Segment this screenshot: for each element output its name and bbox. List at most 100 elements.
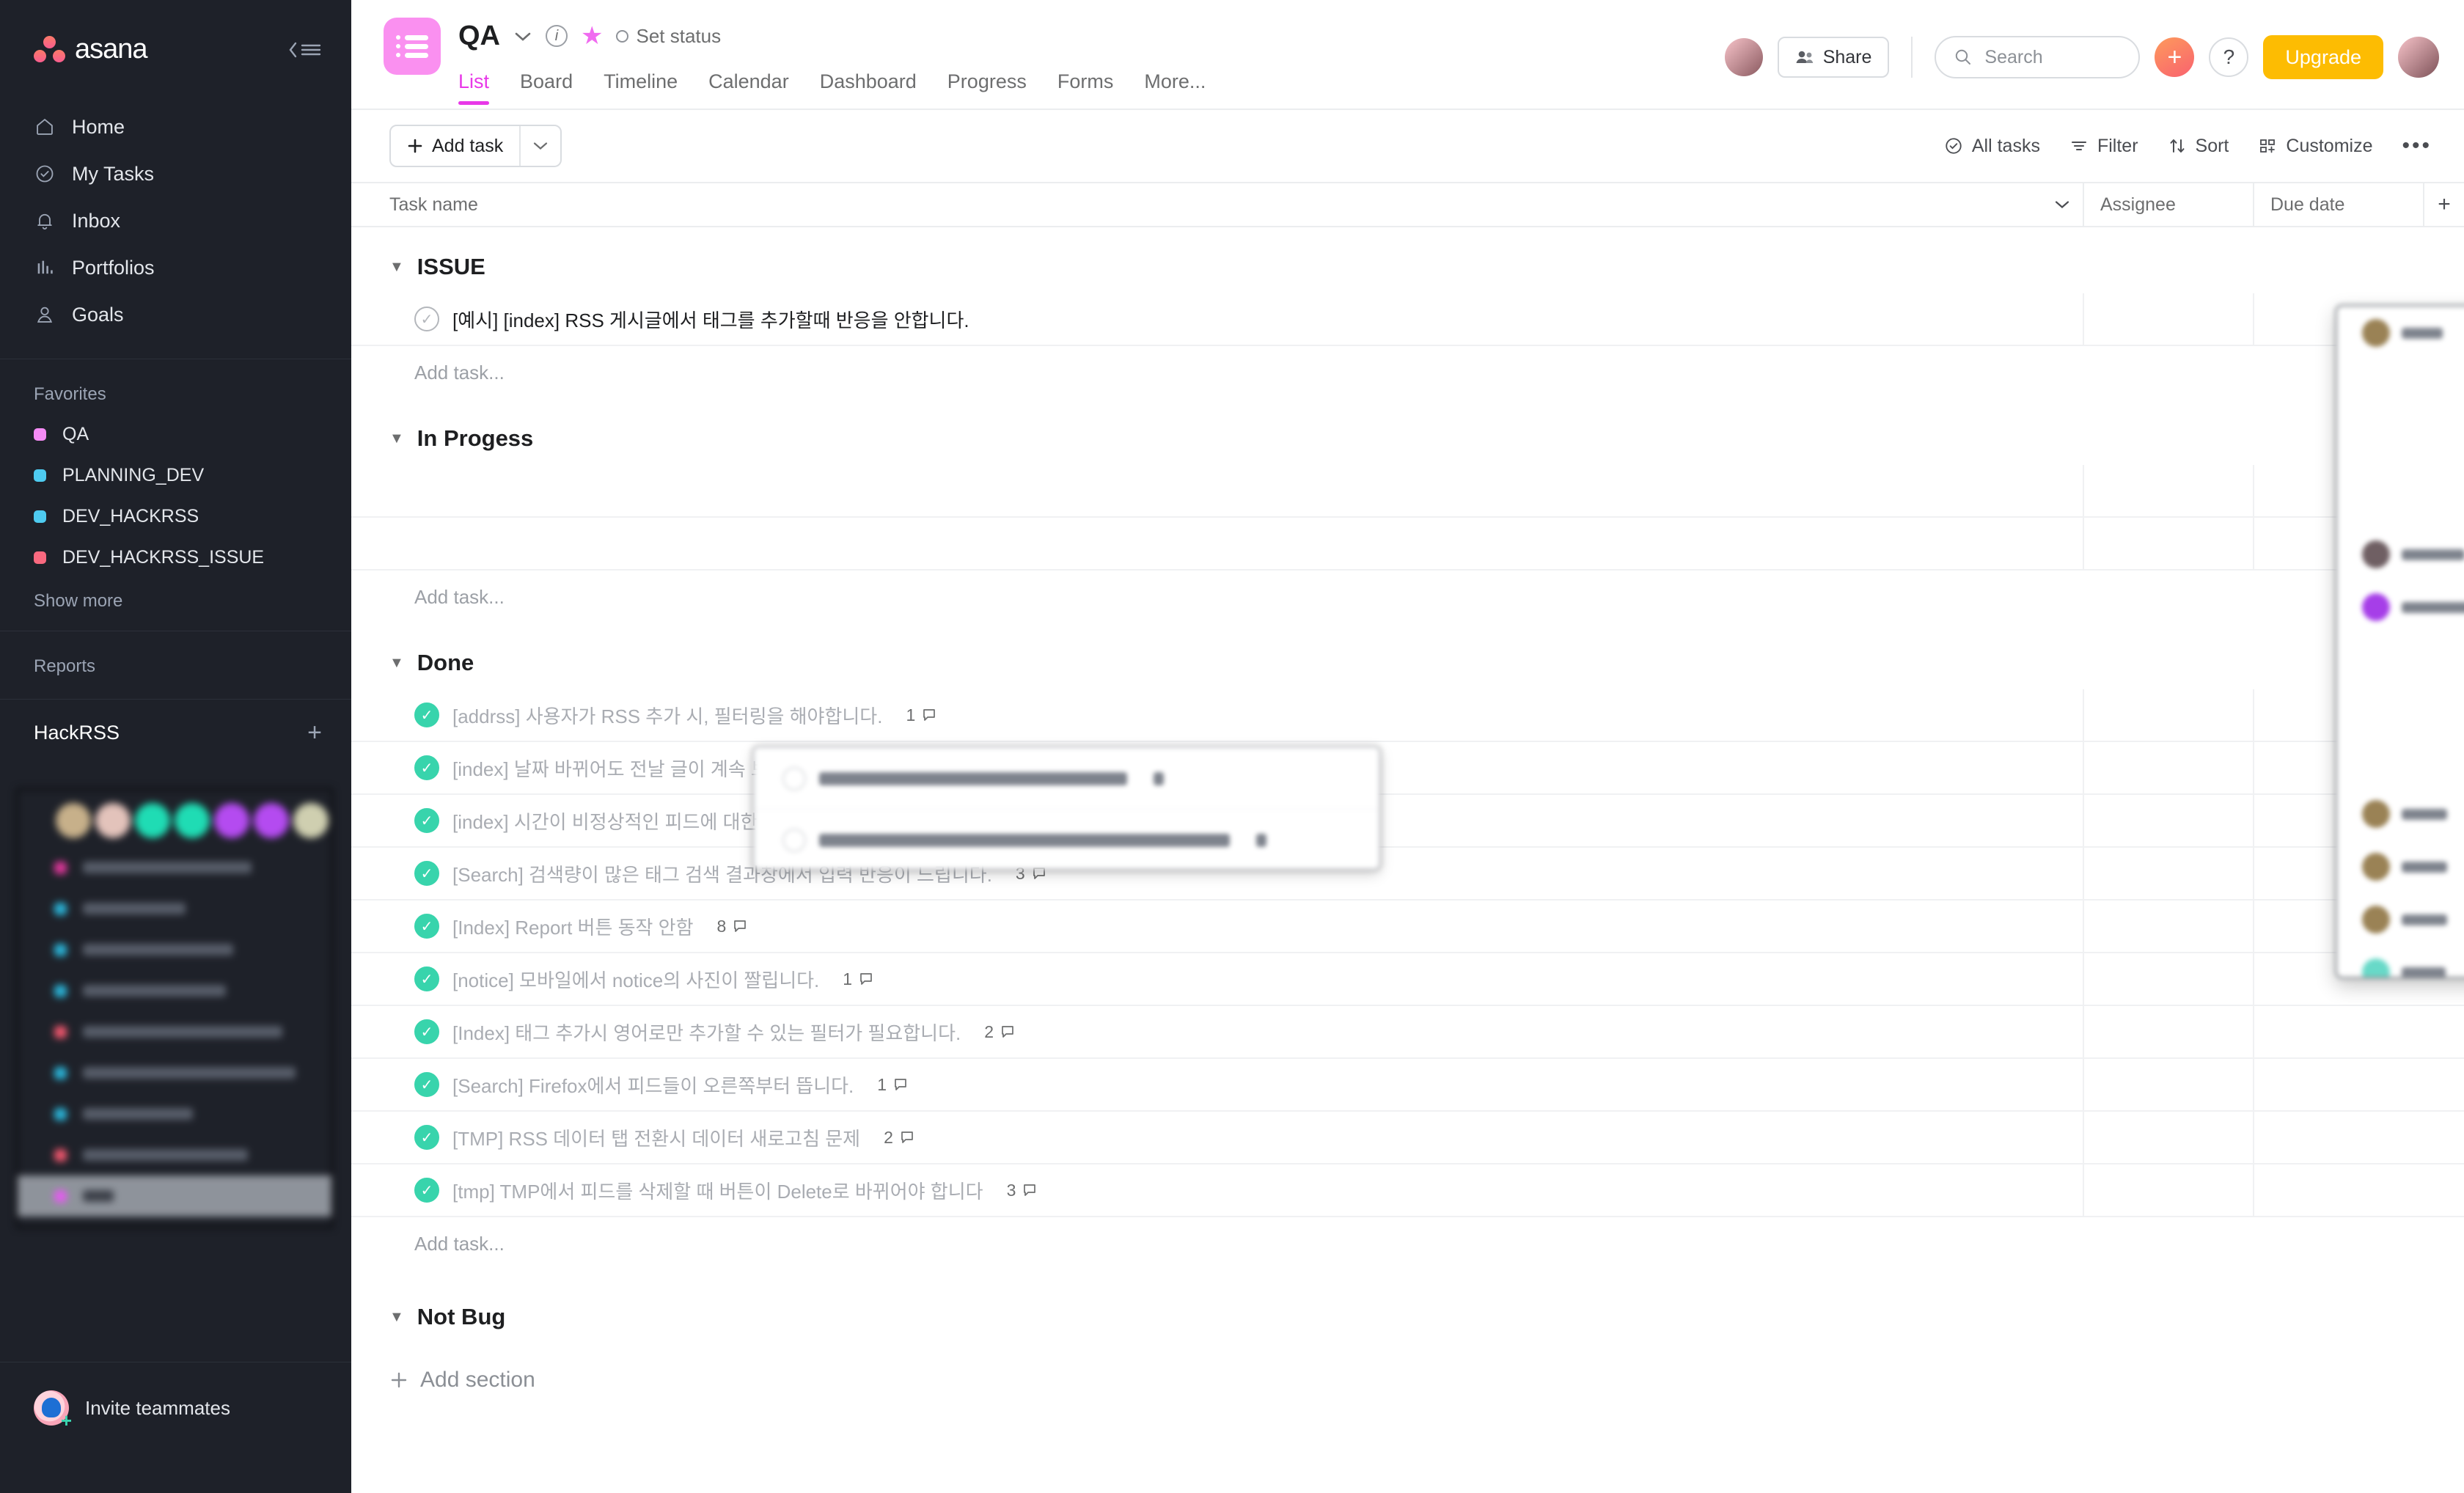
table-row[interactable]: ✓ [TMP] RSS 데이터 탭 전환시 데이터 새로고침 문제 2 xyxy=(351,1112,2464,1164)
sidebar-favorite-planning-dev[interactable]: PLANNING_DEV xyxy=(0,455,351,496)
task-complete-checkbox[interactable]: ✓ xyxy=(414,1125,439,1150)
ellipsis-icon[interactable]: ••• xyxy=(2402,133,2432,158)
tab-forms[interactable]: Forms xyxy=(1057,70,1114,105)
sort-button[interactable]: Sort xyxy=(2168,136,2229,157)
assignee-dropdown[interactable] xyxy=(2335,304,2464,979)
collapse-sidebar-icon[interactable] xyxy=(287,40,322,60)
info-circle-icon[interactable]: i xyxy=(546,25,568,47)
table-row[interactable]: ✓ [Index] 태그 추가시 영어로만 추가할 수 있는 필터가 필요합니다… xyxy=(351,1006,2464,1059)
cell-assignee[interactable] xyxy=(2083,953,2253,1005)
set-status-button[interactable]: Set status xyxy=(616,25,721,48)
list-item[interactable] xyxy=(2337,893,2464,946)
add-column-button[interactable]: + xyxy=(2423,182,2464,227)
sidebar-item-inbox[interactable]: Inbox xyxy=(16,197,335,244)
table-row[interactable]: ✓ [addrss] 사용자가 RSS 추가 시, 필터링을 해야합니다. 1 xyxy=(351,689,2464,742)
section-done[interactable]: ▼ Done xyxy=(351,637,2464,689)
table-row[interactable]: ✓ [notice] 모바일에서 notice의 사진이 짤립니다. 1 xyxy=(351,953,2464,1006)
plus-icon[interactable]: + xyxy=(307,720,322,745)
table-row[interactable]: [notice] 구글크롬 번역 기능 사용시 필터가 문제가 있습니다. xyxy=(351,518,2464,571)
customize-button[interactable]: Customize xyxy=(2258,136,2372,157)
tab-board[interactable]: Board xyxy=(520,70,573,105)
filter-button[interactable]: Filter xyxy=(2069,136,2138,157)
tab-list[interactable]: List xyxy=(458,70,490,105)
add-task-inline-in-progess[interactable]: Add task... xyxy=(351,571,2464,623)
section-not-bug[interactable]: ▼ Not Bug xyxy=(351,1291,2464,1343)
cell-assignee[interactable] xyxy=(2083,1164,2253,1216)
cell-assignee[interactable] xyxy=(2083,1059,2253,1110)
share-button[interactable]: Share xyxy=(1777,37,1890,78)
add-task-dropdown[interactable] xyxy=(521,126,560,166)
upgrade-button[interactable]: Upgrade xyxy=(2263,35,2383,79)
sidebar-favorite-qa[interactable]: QA xyxy=(0,414,351,455)
task-complete-checkbox[interactable]: ✓ xyxy=(414,808,439,833)
cell-due-date[interactable] xyxy=(2253,1164,2423,1216)
team-name[interactable]: HackRSS xyxy=(34,722,120,744)
table-row[interactable]: ✓ [index] 날짜 바뀌어도 전날 글이 계속 보임 1 xyxy=(351,742,2464,795)
chevron-down-icon[interactable]: ▼ xyxy=(389,430,404,447)
profile-avatar[interactable] xyxy=(2398,37,2439,78)
tab-more[interactable]: More... xyxy=(1144,70,1206,105)
sidebar-item-home[interactable]: Home xyxy=(16,103,335,150)
task-complete-checkbox[interactable]: ✓ xyxy=(414,307,439,331)
chevron-down-icon[interactable] xyxy=(513,25,532,48)
star-icon[interactable]: ★ xyxy=(581,21,603,51)
add-task-inline-done[interactable]: Add task... xyxy=(351,1217,2464,1270)
tab-progress[interactable]: Progress xyxy=(947,70,1027,105)
all-tasks-button[interactable]: All tasks xyxy=(1944,136,2040,157)
chevron-down-icon[interactable]: ▼ xyxy=(389,259,404,276)
list-item[interactable] xyxy=(2337,788,2464,840)
cell-due-date[interactable] xyxy=(2253,1059,2423,1110)
task-complete-checkbox[interactable]: ✓ xyxy=(414,1072,439,1097)
task-complete-checkbox[interactable]: ✓ xyxy=(414,861,439,886)
task-complete-checkbox[interactable]: ✓ xyxy=(414,755,439,780)
add-task-button[interactable]: Add task xyxy=(389,125,562,167)
table-row[interactable]: ✓ [tmp] TMP에서 피드를 삭제할 때 버튼이 Delete로 바뀌어야… xyxy=(351,1164,2464,1217)
sidebar-item-portfolios[interactable]: Portfolios xyxy=(16,244,335,291)
avatar[interactable] xyxy=(1724,38,1763,76)
section-in-progess[interactable]: ▼ In Progess xyxy=(351,412,2464,465)
cell-assignee[interactable] xyxy=(2083,742,2253,793)
cell-assignee[interactable] xyxy=(2083,689,2253,741)
add-task-label-wrap[interactable]: Add task xyxy=(391,126,519,166)
sidebar-item-goals[interactable]: Goals xyxy=(16,291,335,338)
table-row[interactable]: ✓ [Search] 검색량이 많은 태그 검색 결과창에서 입력 반응이 느립… xyxy=(351,848,2464,900)
list-item[interactable] xyxy=(2337,307,2464,359)
tab-dashboard[interactable]: Dashboard xyxy=(820,70,917,105)
sidebar-favorite-dev-hackrss-issue[interactable]: DEV_HACKRSS_ISSUE xyxy=(0,537,351,578)
column-header-assignee[interactable]: Assignee xyxy=(2083,182,2253,227)
chevron-down-icon[interactable]: ▼ xyxy=(389,655,404,672)
list-item[interactable] xyxy=(2337,840,2464,893)
cell-assignee[interactable] xyxy=(2083,1112,2253,1163)
chevron-down-icon[interactable]: ▼ xyxy=(389,1309,404,1326)
task-name-sort-icon[interactable] xyxy=(2042,199,2083,210)
tab-timeline[interactable]: Timeline xyxy=(604,70,678,105)
cell-assignee[interactable] xyxy=(2083,465,2253,516)
add-section-button[interactable]: Add section xyxy=(351,1351,2464,1409)
show-more-favorites[interactable]: Show more xyxy=(0,578,351,612)
invite-teammates-button[interactable]: Invite teammates xyxy=(34,1390,230,1432)
sidebar-favorite-dev-hackrss[interactable]: DEV_HACKRSS xyxy=(0,496,351,537)
task-complete-checkbox[interactable]: ✓ xyxy=(414,703,439,727)
quick-add-button[interactable]: + xyxy=(2155,37,2195,77)
task-complete-checkbox[interactable]: ✓ xyxy=(414,966,439,991)
table-row[interactable]: ✓ [Index] Report 버튼 동작 안함 8 xyxy=(351,900,2464,953)
cell-due-date[interactable] xyxy=(2253,1112,2423,1163)
search-input[interactable]: Search xyxy=(1935,36,2141,78)
add-task-inline-issue[interactable]: Add task... xyxy=(351,346,2464,399)
table-row[interactable]: ✓ [Search] Firefox에서 피드들이 오른쪽부터 뜹니다. 1 xyxy=(351,1059,2464,1112)
table-row[interactable]: ✓ [예시] [index] RSS 게시글에서 태그를 추가할때 반응을 안합… xyxy=(351,293,2464,346)
list-item[interactable] xyxy=(2337,581,2464,634)
dragged-task-group[interactable] xyxy=(753,746,1380,870)
cell-assignee[interactable] xyxy=(2083,518,2253,569)
cell-assignee[interactable] xyxy=(2083,1006,2253,1057)
cell-assignee[interactable] xyxy=(2083,795,2253,846)
table-row[interactable]: [Search] Tag 검색을 했을시 화면이 멈추는 문제 xyxy=(351,465,2464,518)
sidebar-item-my-tasks[interactable]: My Tasks xyxy=(16,150,335,197)
cell-due-date[interactable] xyxy=(2253,1006,2423,1057)
section-issue[interactable]: ▼ ISSUE xyxy=(351,241,2464,293)
asana-logo[interactable]: asana xyxy=(34,34,148,65)
column-header-due-date[interactable]: Due date xyxy=(2253,182,2423,227)
cell-assignee[interactable] xyxy=(2083,848,2253,899)
task-complete-checkbox[interactable]: ✓ xyxy=(414,1019,439,1044)
list-item[interactable] xyxy=(2337,946,2464,977)
